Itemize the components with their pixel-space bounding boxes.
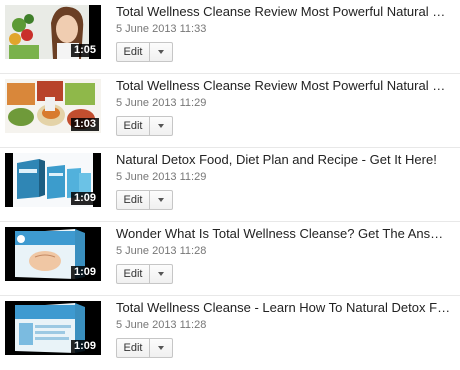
video-date: 5 June 2013 11:29 [116,171,207,183]
video-row: 1:09 Wonder What Is Total Wellness Clean… [0,222,460,296]
video-row: 1:03 Total Wellness Cleanse Review Most … [0,74,460,148]
video-title[interactable]: Total Wellness Cleanse Review Most Power… [116,78,452,93]
video-row: 1:09 Total Wellness Cleanse - Learn How … [0,296,460,370]
video-date: 5 June 2013 11:33 [116,23,207,35]
edit-button-group: Edit [116,42,173,62]
video-date: 5 June 2013 11:28 [116,319,207,331]
video-thumbnail[interactable]: 1:05 [5,5,101,59]
video-duration: 1:03 [70,118,99,131]
video-thumbnail[interactable]: 1:09 [5,153,101,207]
caret-down-icon [158,124,164,128]
video-thumbnail[interactable]: 1:09 [5,227,101,281]
edit-button[interactable]: Edit [116,116,150,136]
video-duration: 1:05 [70,44,99,57]
video-date: 5 June 2013 11:29 [116,97,207,109]
video-duration: 1:09 [70,266,99,279]
edit-button[interactable]: Edit [116,190,150,210]
caret-down-icon [158,198,164,202]
more-options-button[interactable] [150,116,173,136]
video-duration: 1:09 [70,192,99,205]
video-row: 1:05 Total Wellness Cleanse Review Most … [0,0,460,74]
video-thumbnail[interactable]: 1:09 [5,301,101,355]
edit-button-group: Edit [116,190,173,210]
more-options-button[interactable] [150,264,173,284]
video-list: 1:05 Total Wellness Cleanse Review Most … [0,0,460,370]
video-title[interactable]: Total Wellness Cleanse Review Most Power… [116,4,452,19]
edit-button[interactable]: Edit [116,42,150,62]
video-title[interactable]: Natural Detox Food, Diet Plan and Recipe… [116,152,452,167]
edit-button-group: Edit [116,264,173,284]
edit-button-group: Edit [116,338,173,358]
caret-down-icon [158,272,164,276]
edit-button-group: Edit [116,116,173,136]
more-options-button[interactable] [150,42,173,62]
edit-button[interactable]: Edit [116,338,150,358]
more-options-button[interactable] [150,338,173,358]
video-thumbnail[interactable]: 1:03 [5,79,101,133]
video-title[interactable]: Total Wellness Cleanse - Learn How To Na… [116,300,452,315]
edit-button[interactable]: Edit [116,264,150,284]
video-title[interactable]: Wonder What Is Total Wellness Cleanse? G… [116,226,452,241]
video-row: 1:09 Natural Detox Food, Diet Plan and R… [0,148,460,222]
video-duration: 1:09 [70,340,99,353]
caret-down-icon [158,346,164,350]
caret-down-icon [158,50,164,54]
video-date: 5 June 2013 11:28 [116,245,207,257]
more-options-button[interactable] [150,190,173,210]
